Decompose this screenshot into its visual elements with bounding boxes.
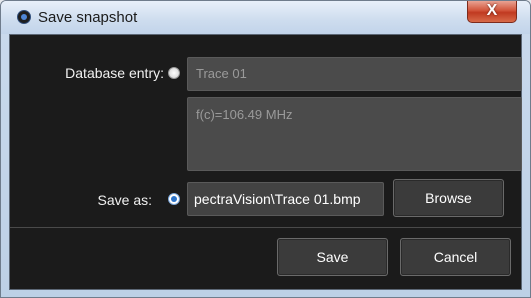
cancel-button[interactable]: Cancel xyxy=(400,238,511,276)
title-bar[interactable]: Save snapshot X xyxy=(1,1,530,34)
save-as-radio[interactable] xyxy=(168,193,180,205)
browse-button[interactable]: Browse xyxy=(393,179,504,217)
window-title: Save snapshot xyxy=(38,9,138,26)
database-entry-description-field[interactable]: f(c)=106.49 MHz xyxy=(187,97,522,171)
app-icon xyxy=(17,10,31,24)
save-snapshot-dialog: Save snapshot X Database entry: Trace 01… xyxy=(0,0,531,298)
database-entry-label: Database entry: xyxy=(65,65,164,81)
footer-divider xyxy=(10,227,521,228)
dialog-content: Database entry: Trace 01 f(c)=106.49 MHz… xyxy=(9,34,522,290)
database-entry-radio[interactable] xyxy=(168,67,180,79)
save-button[interactable]: Save xyxy=(277,238,388,276)
save-as-path-field[interactable]: pectraVision\Trace 01.bmp xyxy=(187,182,384,216)
close-button[interactable]: X xyxy=(467,1,517,23)
database-entry-name-field[interactable]: Trace 01 xyxy=(187,57,522,91)
save-as-label: Save as: xyxy=(97,192,152,208)
close-icon: X xyxy=(486,2,498,19)
